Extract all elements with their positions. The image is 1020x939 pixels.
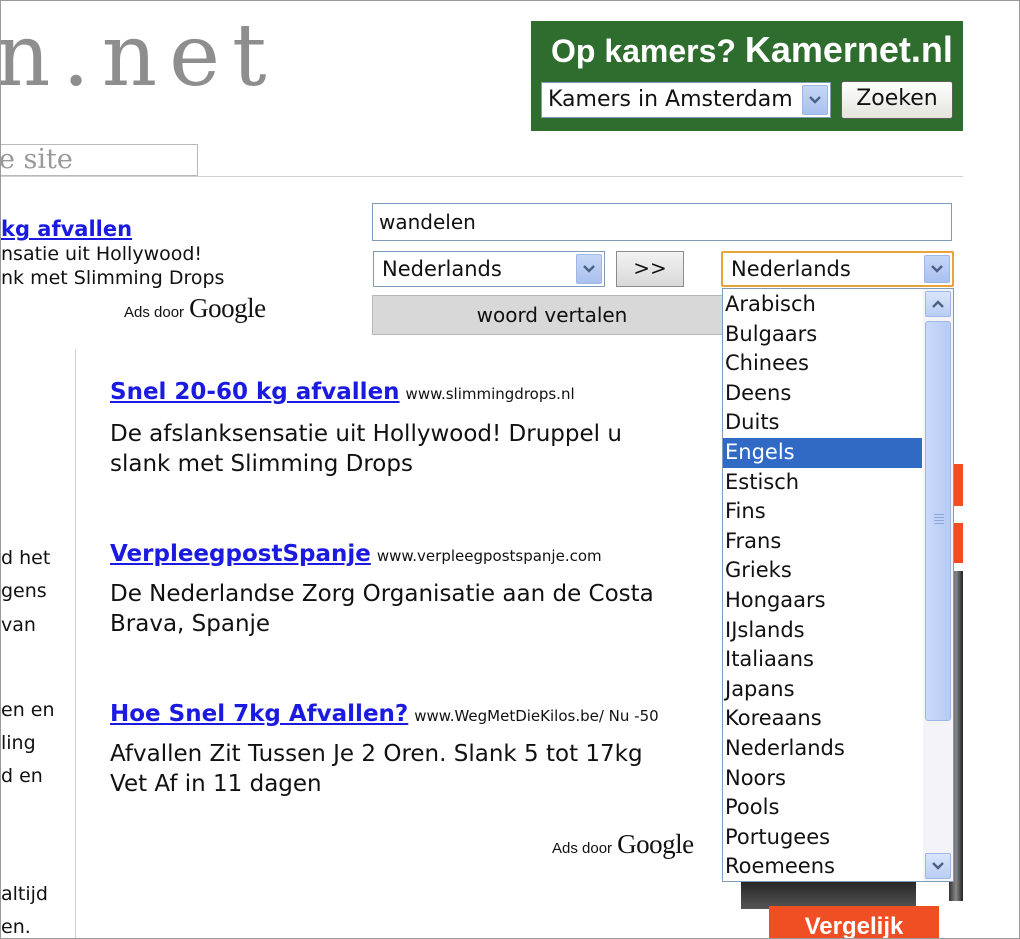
language-option[interactable]: Arabisch	[723, 290, 922, 320]
language-option[interactable]: Koreaans	[723, 704, 922, 734]
language-option[interactable]: Estisch	[723, 468, 922, 498]
left-ad-line-2: nk met Slimming Drops	[1, 267, 225, 289]
chevron-down-icon	[932, 862, 944, 870]
swap-languages-button[interactable]: >>	[616, 251, 684, 287]
language-option[interactable]: Fins	[723, 497, 922, 527]
target-language-select[interactable]: Nederlands	[721, 251, 954, 287]
ads-by-google-label[interactable]: Ads door Google	[124, 293, 266, 324]
ad-body-line: Afvallen Zit Tussen Je 2 Oren. Slank 5 t…	[110, 741, 643, 767]
language-option[interactable]: Engels	[723, 437, 922, 468]
ad-title-link[interactable]: Hoe Snel 7kg Afvallen?	[110, 701, 408, 727]
zoeken-button[interactable]: Zoeken	[841, 81, 953, 119]
dropdown-scrollbar[interactable]	[923, 289, 953, 881]
language-options: Arabisch Bulgaars Chinees Deens Duits Engels E…	[723, 290, 922, 881]
target-language-dropdown-list[interactable]: Arabisch Bulgaars Chinees Deens Duits Engels E…	[722, 288, 954, 882]
google-logo: Google	[617, 829, 694, 859]
language-option[interactable]: Nederlands	[723, 734, 922, 764]
chevron-down-icon[interactable]	[802, 85, 828, 115]
left-text-fragment: ling	[1, 732, 36, 754]
language-option[interactable]: Grieks	[723, 556, 922, 586]
language-option[interactable]: Japans	[723, 675, 922, 705]
chevron-down-icon[interactable]	[576, 254, 602, 284]
ad-body-line: slank met Slimming Drops	[110, 451, 413, 477]
ad-body-line: Vet Af in 11 dagen	[110, 771, 322, 797]
scroll-up-button[interactable]	[925, 291, 951, 317]
ad-body-line: Brava, Spanje	[110, 611, 271, 637]
translate-word-button[interactable]: woord vertalen	[372, 295, 732, 335]
ads-by-google-label[interactable]: Ads door Google	[552, 829, 694, 860]
ad-body-line: De Nederlandse Zorg Organisatie aan de C…	[110, 581, 654, 607]
target-language-value: Nederlands	[731, 257, 851, 281]
page-frame: n.net e site Op kamers? Kamernet.nl Kame…	[0, 0, 1020, 939]
left-text-fragment: van	[1, 614, 36, 636]
site-search-field[interactable]: e site	[1, 144, 198, 176]
site-logo[interactable]: n.net	[1, 13, 279, 99]
language-option[interactable]: IJslands	[723, 616, 922, 646]
language-option[interactable]: Roemeens	[723, 852, 922, 881]
column-divider	[75, 349, 76, 938]
left-ad-line-1: nsatie uit Hollywood!	[1, 243, 203, 265]
header-divider	[1, 176, 963, 177]
word-input[interactable]: wandelen	[372, 203, 952, 241]
left-text-fragment: d en	[1, 765, 43, 787]
language-option[interactable]: Noors	[723, 764, 922, 794]
banner-title-prefix: Op kamers?	[551, 33, 736, 69]
language-option[interactable]: Duits	[723, 408, 922, 438]
left-text-fragment: en en	[1, 699, 55, 721]
product-image-bottom	[741, 879, 916, 909]
left-text-fragment: gens	[1, 580, 47, 602]
ads-by-text: Ads door	[124, 304, 185, 321]
left-text-fragment: altijd	[1, 883, 48, 905]
language-option[interactable]: Chinees	[723, 349, 922, 379]
scroll-thumb[interactable]	[925, 321, 951, 721]
compare-button[interactable]: Vergelijk	[769, 906, 939, 938]
banner-title: Op kamers? Kamernet.nl	[551, 29, 953, 71]
language-option[interactable]: Hongaars	[723, 586, 922, 616]
ads-by-text: Ads door	[552, 840, 613, 857]
banner-title-brand: Kamernet.nl	[744, 29, 953, 70]
source-language-value: Nederlands	[382, 257, 502, 281]
ad-title-row: Hoe Snel 7kg Afvallen? www.WegMetDieKilos…	[110, 701, 703, 727]
ad-title-link[interactable]: VerpleegpostSpanje	[110, 541, 371, 567]
chevron-down-icon[interactable]	[924, 255, 950, 283]
language-option[interactable]: Italiaans	[723, 645, 922, 675]
language-option[interactable]: Portugees	[723, 823, 922, 853]
ad-title-link[interactable]: Snel 20-60 kg afvallen	[110, 379, 400, 405]
chevron-up-icon	[932, 300, 944, 308]
rooms-city-select-value: Kamers in Amsterdam	[548, 87, 793, 112]
ad-url[interactable]: www.slimmingdrops.nl	[406, 385, 575, 403]
google-logo: Google	[189, 293, 266, 323]
ad-title-row: Snel 20-60 kg afvallen www.slimmingdrops.…	[110, 379, 575, 405]
left-text-fragment: en.	[1, 916, 31, 938]
rooms-city-select[interactable]: Kamers in Amsterdam	[541, 82, 831, 118]
left-text-fragment: d het	[1, 547, 51, 569]
left-ad-title-link[interactable]: kg afvallen	[1, 217, 132, 241]
language-option[interactable]: Bulgaars	[723, 320, 922, 350]
source-language-select[interactable]: Nederlands	[373, 251, 605, 287]
language-option[interactable]: Deens	[723, 379, 922, 409]
language-option[interactable]: Pools	[723, 793, 922, 823]
ad-title-row: VerpleegpostSpanje www.verpleegpostspanje…	[110, 541, 602, 567]
ad-body-line: De afslanksensatie uit Hollywood! Druppe…	[110, 421, 622, 447]
kamernet-banner[interactable]: Op kamers? Kamernet.nl Kamers in Amsterd…	[531, 21, 963, 131]
ad-url[interactable]: www.verpleegpostspanje.com	[377, 547, 602, 565]
scroll-down-button[interactable]	[925, 853, 951, 879]
ad-url[interactable]: www.WegMetDieKilos.be/ Nu -50	[414, 707, 658, 725]
language-option[interactable]: Frans	[723, 527, 922, 557]
